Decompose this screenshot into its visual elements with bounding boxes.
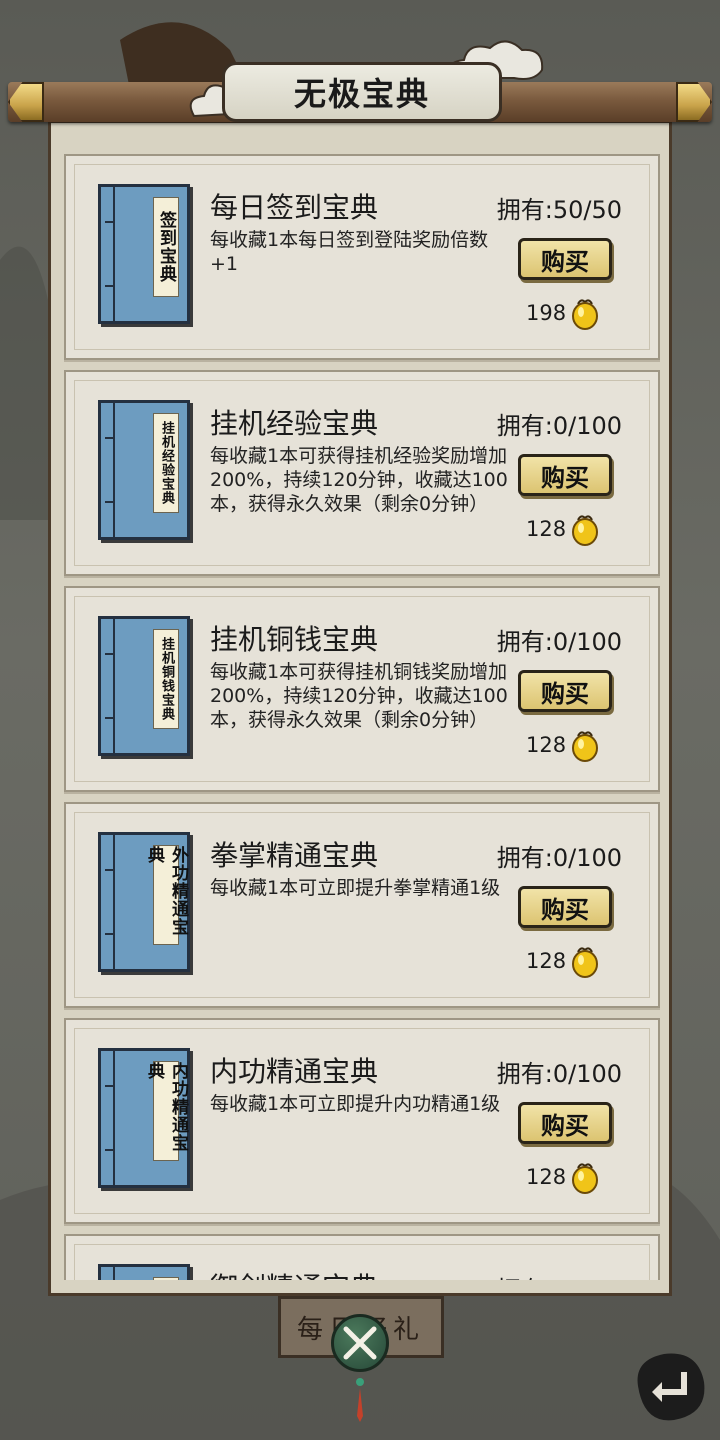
- gold-ingot-icon: [572, 947, 599, 978]
- owned-count: 拥有:0/100: [496, 1060, 622, 1088]
- buy-button[interactable]: 购买: [518, 670, 612, 712]
- price-value: 198: [526, 301, 567, 325]
- book-cover-icon: 挂机铜钱宝典: [98, 616, 190, 756]
- book-cover-label: 挂机经验宝典: [153, 413, 179, 513]
- book-cover-label: 挂机铜钱宝典: [153, 629, 179, 729]
- item-description: 每收藏1本可立即提升拳掌精通1级: [210, 877, 501, 899]
- book-cover-label: 内功精通宝典: [144, 1061, 188, 1161]
- item-description: 每收藏1本可获得挂机铜钱奖励增加200%，持续120分钟，收藏达100本，获得永…: [210, 661, 508, 731]
- gold-ingot-icon: [572, 731, 599, 762]
- book-cover-icon: [98, 1264, 190, 1280]
- item-title: 挂机经验宝典: [210, 407, 379, 440]
- list-item: 外功精通宝典 拳掌精通宝典 每收藏1本可立即提升拳掌精通1级 拥有:0/100 …: [64, 802, 660, 1008]
- list-item: 内功精通宝典 内功精通宝典 每收藏1本可立即提升内功精通1级 拥有:0/100 …: [64, 1018, 660, 1224]
- gold-ingot-icon: [572, 515, 599, 546]
- gold-ingot-icon: [572, 1163, 599, 1194]
- book-cover-label: 签到宝典: [153, 197, 179, 297]
- owned-count: 拥有:0/100: [497, 1270, 622, 1280]
- book-list[interactable]: 签到宝典 每日签到宝典 每收藏1本每日签到登陆奖励倍数+1 拥有:50/50 购…: [64, 154, 660, 1280]
- buy-button[interactable]: 购买: [518, 238, 612, 280]
- list-item: 挂机经验宝典 挂机经验宝典 每收藏1本可获得挂机经验奖励增加200%，持续120…: [64, 370, 660, 576]
- return-arrow-icon[interactable]: [628, 1346, 710, 1426]
- price: 128: [526, 728, 600, 762]
- buy-button[interactable]: 购买: [518, 886, 612, 928]
- buy-button[interactable]: 购买: [518, 454, 612, 496]
- buy-button[interactable]: 购买: [518, 1102, 612, 1144]
- dialog-title: 无极宝典: [222, 62, 502, 122]
- price-value: 128: [526, 1165, 567, 1189]
- item-description: 每收藏1本可立即提升内功精通1级: [210, 1093, 501, 1115]
- book-cover-label: [153, 1277, 179, 1280]
- list-item: 御剑精通宝典 拥有:0/100: [64, 1234, 660, 1280]
- list-item: 签到宝典 每日签到宝典 每收藏1本每日签到登陆奖励倍数+1 拥有:50/50 购…: [64, 154, 660, 360]
- item-title: 御剑精通宝典: [210, 1266, 378, 1280]
- item-title: 拳掌精通宝典: [210, 839, 379, 872]
- item-description: 每收藏1本可获得挂机经验奖励增加200%，持续120分钟，收藏达100本，获得永…: [210, 445, 508, 515]
- book-cover-icon: 挂机经验宝典: [98, 400, 190, 540]
- price-value: 128: [526, 733, 567, 757]
- price-value: 128: [526, 949, 567, 973]
- book-cover-icon: 签到宝典: [98, 184, 190, 324]
- item-description: 每收藏1本每日签到登陆奖励倍数+1: [210, 229, 489, 275]
- price: 198: [526, 296, 600, 330]
- gold-ingot-icon: [572, 299, 599, 330]
- item-title: 内功精通宝典: [210, 1055, 379, 1088]
- item-title: 每日签到宝典: [210, 191, 379, 224]
- price: 128: [526, 1160, 600, 1194]
- price: 128: [526, 512, 600, 546]
- close-button[interactable]: [331, 1314, 389, 1372]
- owned-count: 拥有:50/50: [496, 196, 622, 224]
- price-value: 128: [526, 517, 567, 541]
- book-cover-label: 外功精通宝典: [144, 845, 188, 945]
- owned-count: 拥有:0/100: [496, 628, 622, 656]
- tassel-ornament: [356, 1378, 364, 1422]
- owned-count: 拥有:0/100: [496, 844, 622, 872]
- book-cover-icon: 外功精通宝典: [98, 832, 190, 972]
- item-title: 挂机铜钱宝典: [210, 623, 379, 656]
- list-item: 挂机铜钱宝典 挂机铜钱宝典 每收藏1本可获得挂机铜钱奖励增加200%，持续120…: [64, 586, 660, 792]
- crossed-swords-icon: [343, 1326, 377, 1360]
- book-cover-icon: 内功精通宝典: [98, 1048, 190, 1188]
- price: 128: [526, 944, 600, 978]
- owned-count: 拥有:0/100: [496, 412, 622, 440]
